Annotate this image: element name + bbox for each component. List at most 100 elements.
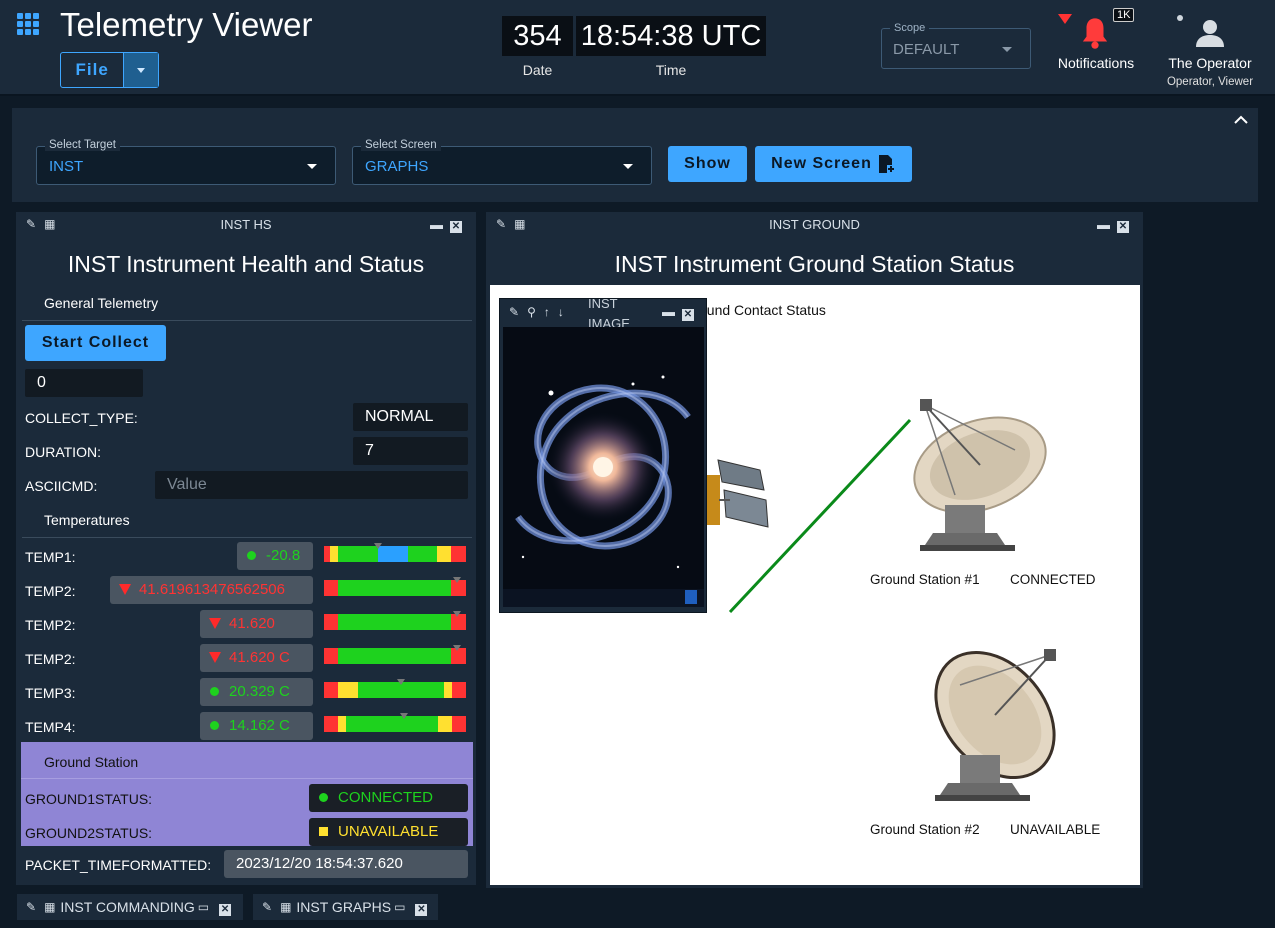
file-menu-button[interactable]: File — [60, 52, 159, 88]
ground-station-2-dish-icon — [934, 649, 1056, 801]
temp2c-limits-bar — [324, 648, 466, 664]
temp4-label: TEMP4: — [25, 719, 76, 735]
new-screen-button[interactable]: New Screen — [755, 146, 912, 182]
apps-grid-icon[interactable] — [17, 13, 39, 35]
ground-station-1-dish-icon — [913, 399, 1047, 551]
pin-icon[interactable]: ⚲ — [527, 305, 536, 319]
status-square-icon — [319, 827, 328, 836]
show-button[interactable]: Show — [668, 146, 747, 182]
pencil-icon[interactable]: ✎ — [262, 900, 272, 914]
widget-title: INST HS — [220, 217, 272, 232]
ground-station-1-label: Ground Station #1 — [870, 572, 980, 587]
ground2-status-value: UNAVAILABLE — [309, 818, 468, 846]
restore-icon[interactable]: ▭ — [198, 900, 209, 914]
select-screen-legend: Select Screen — [361, 139, 441, 151]
temp3-marker — [397, 679, 405, 685]
temp2c-value: 41.620 C — [200, 644, 313, 672]
screen-selector-panel: Select Target INST Select Screen GRAPHS … — [12, 108, 1258, 202]
ground2-status-text: UNAVAILABLE — [338, 823, 439, 840]
bell-icon — [1082, 18, 1108, 49]
select-screen[interactable]: Select Screen GRAPHS — [352, 139, 652, 185]
chevron-up-icon[interactable] — [1234, 115, 1248, 125]
grid-icon[interactable]: ▦ — [44, 900, 55, 914]
close-icon[interactable]: ✕ — [450, 221, 462, 233]
temp2c-label: TEMP2: — [25, 651, 76, 667]
ground-station-1-status: CONNECTED — [1010, 572, 1096, 587]
select-target[interactable]: Select Target INST — [36, 139, 336, 185]
scope-legend: Scope — [890, 22, 930, 34]
minimize-icon[interactable]: ▬ — [430, 217, 443, 232]
close-icon[interactable]: ✕ — [1117, 221, 1129, 233]
close-icon[interactable]: ✕ — [415, 903, 428, 916]
file-dropdown-button[interactable] — [123, 53, 158, 87]
ground2-status-label: GROUND2STATUS: — [25, 825, 153, 841]
arrow-up-icon[interactable]: ↑ — [544, 305, 550, 319]
inst-commanding-minimized[interactable]: ✎ ▦ INST COMMANDING ▭ ✕ — [17, 894, 243, 920]
collect-type-label: COLLECT_TYPE: — [25, 410, 138, 426]
time-display: 18:54:38 UTC — [576, 16, 766, 56]
chevron-down-icon — [623, 164, 633, 169]
ground-contact-status-label: ound Contact Status — [699, 302, 826, 318]
widget-title: INST GROUND — [769, 217, 860, 232]
ground-station-section: Ground Station — [44, 754, 139, 770]
new-screen-label: New Screen — [771, 155, 872, 172]
new-file-icon — [878, 155, 895, 173]
close-icon[interactable]: ✕ — [682, 309, 694, 321]
temp2b-label: TEMP2: — [25, 617, 76, 633]
select-screen-value: GRAPHS — [365, 158, 429, 175]
temp4-limits-bar — [324, 716, 466, 732]
packet-time-label: PACKET_TIMEFORMATTED: — [25, 857, 212, 873]
temp1-value-text: -20.8 — [266, 547, 301, 564]
galaxy-image — [503, 327, 704, 607]
alert-triangle-icon — [209, 652, 221, 663]
ground-station-2-label: Ground Station #2 — [870, 822, 980, 837]
inst-graphs-title: INST GRAPHS — [296, 899, 392, 915]
asciicmd-label: ASCIICMD: — [25, 478, 98, 494]
section-divider — [22, 320, 472, 321]
temp2-label: TEMP2: — [25, 583, 76, 599]
chevron-down-icon — [1002, 47, 1012, 52]
inst-hs-widget: ✎ ▦ INST HS ▬ ✕ INST Instrument Health a… — [16, 212, 476, 885]
packet-time-value: 2023/12/20 18:54:37.620 — [224, 850, 468, 878]
notification-count-badge: 1K — [1113, 8, 1135, 22]
inst-image-widget[interactable]: ✎ ⚲ ↑ ↓ INST IMAGE ▬ ✕ — [499, 296, 707, 613]
duration-field[interactable]: 7 — [353, 437, 468, 465]
asciicmd-input[interactable]: Value — [155, 471, 468, 499]
ground1-status-label: GROUND1STATUS: — [25, 791, 153, 807]
alert-triangle-icon — [119, 584, 131, 595]
inst-graphs-minimized[interactable]: ✎ ▦ INST GRAPHS ▭ ✕ — [253, 894, 438, 920]
widget-header: ✎ ▦ INST GROUND ▬ ✕ — [486, 212, 1143, 236]
temp2-value: 41.619613476562506 — [110, 576, 313, 604]
minimize-icon[interactable]: ▬ — [662, 304, 675, 319]
status-dot-icon — [247, 551, 256, 560]
general-telemetry-section: General Telemetry — [44, 295, 159, 311]
user-role: Operator, Viewer — [1166, 76, 1254, 88]
scope-select[interactable]: Scope DEFAULT — [881, 22, 1031, 69]
arrow-down-icon[interactable]: ↓ — [558, 305, 564, 319]
temp2b-value-text: 41.620 — [229, 615, 275, 632]
status-dot-icon — [1177, 15, 1183, 21]
duration-label: DURATION: — [25, 444, 101, 460]
temp2-limits-bar — [324, 580, 466, 596]
temp3-value: 20.329 C — [200, 678, 313, 706]
minimize-icon[interactable]: ▬ — [1097, 217, 1110, 232]
pencil-icon[interactable]: ✎ — [26, 900, 36, 914]
collect-type-select[interactable]: NORMAL — [353, 403, 468, 431]
pencil-icon[interactable]: ✎ — [509, 305, 519, 319]
temp1-limits-bar — [324, 546, 466, 562]
file-label[interactable]: File — [61, 53, 123, 87]
hs-screen-title: INST Instrument Health and Status — [67, 251, 425, 277]
close-icon[interactable]: ✕ — [219, 903, 232, 916]
date-label: Date — [522, 62, 553, 78]
time-label: Time — [655, 62, 687, 78]
temp4-marker — [400, 713, 408, 719]
start-collect-button[interactable]: Start Collect — [25, 325, 166, 361]
temp2b-limits-bar — [324, 614, 466, 630]
grid-icon[interactable]: ▦ — [280, 900, 291, 914]
temp2-marker — [453, 577, 461, 583]
temp4-value-text: 14.162 C — [229, 717, 290, 734]
image-widget-title-line1: INST — [588, 296, 618, 311]
section-divider — [21, 778, 473, 779]
notifications-label: Notifications — [1057, 55, 1135, 71]
restore-icon[interactable]: ▭ — [394, 900, 405, 914]
